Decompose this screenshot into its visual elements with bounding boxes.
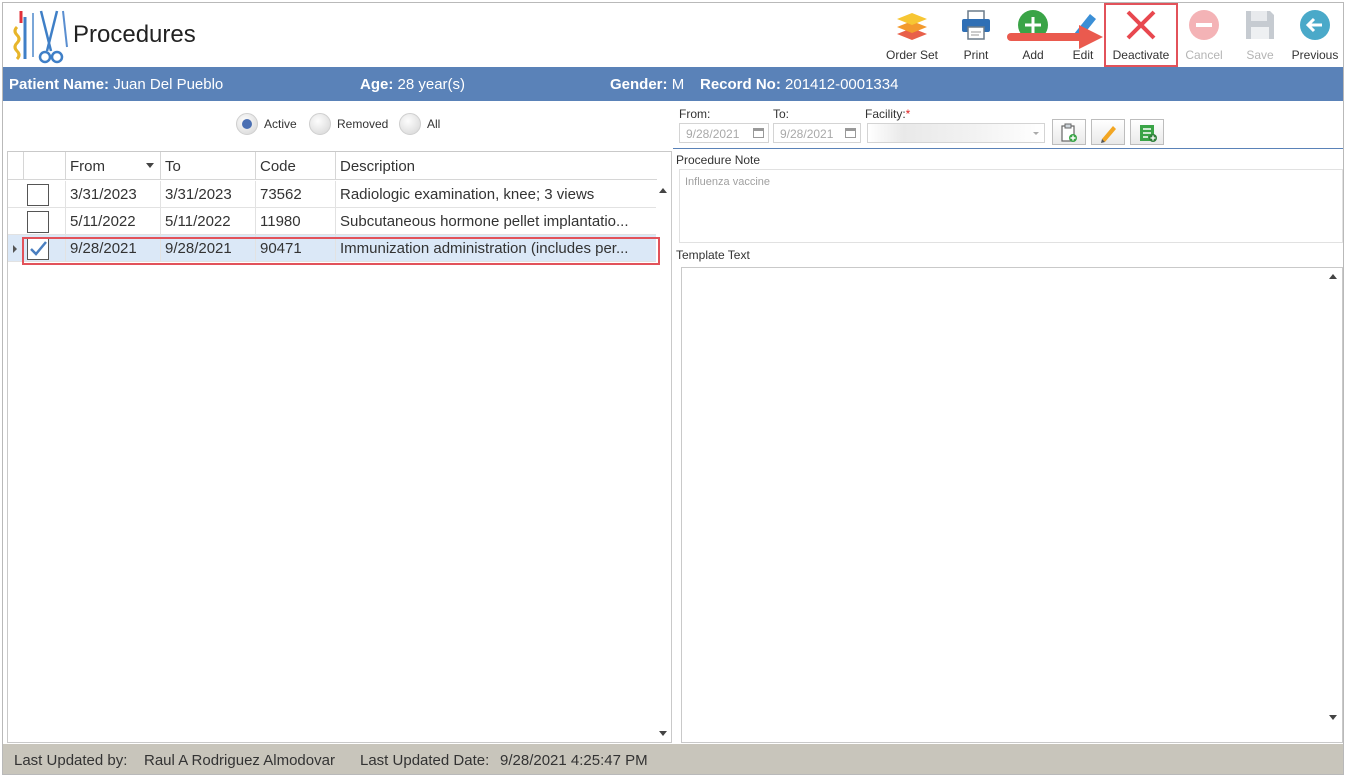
calendar-icon[interactable] — [845, 128, 856, 138]
divider — [673, 148, 1343, 149]
pencil-icon — [1101, 126, 1116, 143]
save-button[interactable]: Save — [1237, 3, 1283, 67]
floppy-disk-icon — [1246, 11, 1274, 39]
clipboard-add-icon — [1061, 123, 1077, 142]
header-toolbar: Procedures Order Set Print Add Edit Deac… — [3, 3, 1343, 67]
chevron-down-icon[interactable] — [1033, 132, 1039, 135]
previous-label: Previous — [1291, 48, 1339, 62]
checklist-icon — [1140, 125, 1157, 142]
print-button[interactable]: Print — [953, 3, 999, 67]
row-to: 3/31/2023 — [160, 181, 255, 208]
filter-removed-label: Removed — [337, 117, 389, 131]
row-to: 5/11/2022 — [160, 208, 255, 235]
updated-date-label: Last Updated Date: — [360, 752, 490, 769]
template-text-label: Template Text — [676, 248, 750, 262]
column-header-to[interactable]: To — [160, 152, 255, 180]
surgical-instruments-logo-icon — [13, 10, 68, 64]
scroll-up-icon[interactable] — [659, 188, 667, 193]
procedure-note-field[interactable]: Influenza vaccine — [679, 169, 1343, 243]
from-date-field[interactable]: 9/28/2021 — [679, 123, 769, 143]
row-checkbox[interactable] — [27, 211, 49, 233]
page-title: Procedures — [73, 21, 196, 48]
arrow-left-circle-icon — [1300, 10, 1330, 40]
patient-info-bar: Patient Name: Juan Del Pueblo Age: 28 ye… — [3, 67, 1343, 101]
row-description: Radiologic examination, knee; 3 views — [335, 181, 657, 208]
layers-icon — [897, 13, 927, 40]
patient-gender: Gender: M — [610, 76, 685, 93]
to-date-field[interactable]: 9/28/2021 — [773, 123, 861, 143]
selected-row-highlight — [22, 237, 660, 265]
filter-active-label: Active — [264, 117, 297, 131]
deactivate-highlight — [1104, 3, 1178, 67]
save-label: Save — [1246, 48, 1274, 62]
calendar-icon[interactable] — [753, 128, 764, 138]
checklist-button[interactable] — [1130, 119, 1164, 145]
grid-header: From To Code Description — [8, 152, 657, 180]
row-pointer-icon — [13, 245, 17, 253]
from-label: From: — [679, 107, 711, 121]
table-row[interactable]: 3/31/2023 3/31/2023 73562 Radiologic exa… — [8, 181, 657, 208]
column-header-description[interactable]: Description — [335, 152, 657, 180]
order-set-label: Order Set — [885, 48, 939, 62]
edit-note-button[interactable] — [1091, 119, 1125, 145]
filter-all-label: All — [427, 117, 441, 131]
sort-dropdown-icon[interactable] — [146, 163, 154, 168]
updated-date-value: 9/28/2021 4:25:47 PM — [500, 752, 648, 769]
printer-icon — [962, 10, 990, 40]
row-code: 73562 — [255, 181, 335, 208]
facility-label: Facility:* — [865, 107, 911, 121]
updated-by-value: Raul A Rodriguez Almodovar — [144, 752, 335, 769]
patient-age: Age: 28 year(s) — [360, 76, 466, 93]
procedures-window: Procedures Order Set Print Add Edit Deac… — [2, 2, 1344, 775]
print-label: Print — [963, 48, 989, 62]
row-from: 5/11/2022 — [65, 208, 160, 235]
select-column-header — [23, 152, 65, 180]
minus-circle-icon — [1189, 10, 1219, 40]
row-description: Subcutaneous hormone pellet implantatio.… — [335, 208, 657, 235]
template-text-area[interactable] — [681, 267, 1343, 743]
radio-empty-icon — [399, 113, 421, 135]
row-code: 11980 — [255, 208, 335, 235]
procedure-note-label: Procedure Note — [676, 153, 761, 167]
order-set-button[interactable]: Order Set — [879, 3, 945, 67]
patient-record-number: Record No: 201412-0001334 — [700, 76, 899, 93]
cancel-label: Cancel — [1185, 48, 1223, 62]
updated-by-label: Last Updated by: — [14, 752, 128, 769]
cancel-button[interactable]: Cancel — [1181, 3, 1227, 67]
to-label: To: — [773, 107, 790, 121]
radio-empty-icon — [309, 113, 331, 135]
detail-pane: From: 9/28/2021 To: 9/28/2021 Facility:* — [673, 101, 1343, 745]
add-note-button[interactable] — [1052, 119, 1086, 145]
column-header-from[interactable]: From — [65, 152, 160, 180]
table-row[interactable]: 5/11/2022 5/11/2022 11980 Subcutaneous h… — [8, 208, 657, 235]
scroll-down-icon[interactable] — [659, 731, 667, 736]
row-from: 3/31/2023 — [65, 181, 160, 208]
patient-name: Patient Name: Juan Del Pueblo — [9, 76, 224, 93]
scroll-up-icon[interactable] — [1329, 274, 1337, 279]
scroll-down-icon[interactable] — [1329, 715, 1337, 720]
radio-selected-icon — [236, 113, 258, 135]
status-filter: Active Removed All — [3, 101, 671, 149]
column-header-code[interactable]: Code — [255, 152, 335, 180]
facility-dropdown[interactable] — [867, 123, 1045, 143]
status-bar: Last Updated by: Raul A Rodriguez Almodo… — [3, 744, 1343, 774]
annotation-arrow-icon — [1007, 25, 1103, 49]
row-checkbox[interactable] — [27, 184, 49, 206]
previous-button[interactable]: Previous — [1289, 3, 1341, 67]
